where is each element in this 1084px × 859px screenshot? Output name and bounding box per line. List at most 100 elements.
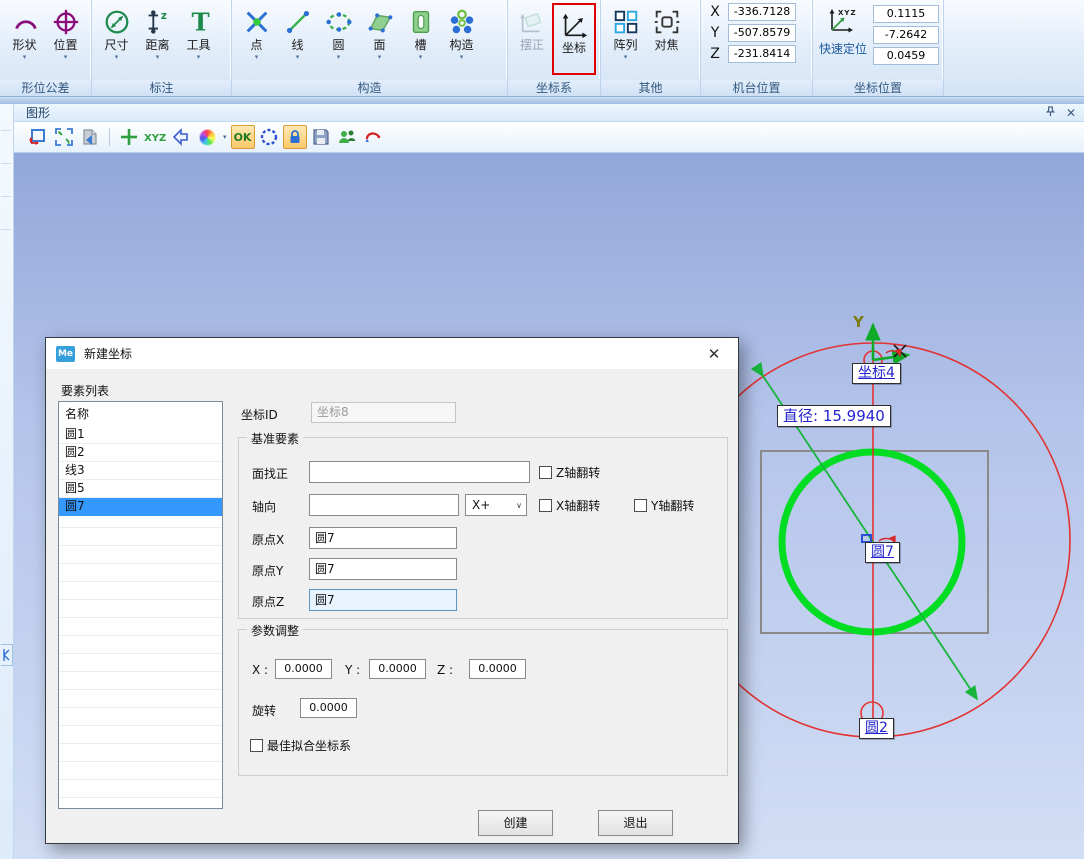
- x-flip-checkbox[interactable]: X轴翻转: [539, 497, 600, 514]
- xyz-icon[interactable]: XYZ: [143, 125, 167, 149]
- machine-x-value[interactable]: -336.7128: [728, 3, 796, 21]
- position-button[interactable]: 位置 ▾: [45, 2, 86, 76]
- coord-id-label: 坐标ID: [241, 406, 278, 423]
- slot-button[interactable]: 槽 ▾: [400, 2, 441, 76]
- application-window: 形状 ▾ 位置 ▾ 形位公差 尺寸 ▾: [0, 0, 1084, 859]
- color-wheel-caret[interactable]: ▾: [223, 133, 227, 141]
- distance-button[interactable]: z 距离 ▾: [137, 2, 178, 76]
- rotation-field[interactable]: 0.0000: [300, 698, 357, 718]
- list-item[interactable]: 圆1: [59, 426, 222, 444]
- quick-position-button[interactable]: XYZ 快速定位: [819, 2, 867, 56]
- users-icon[interactable]: [335, 125, 359, 149]
- axis-label: 轴向: [252, 498, 276, 515]
- shape-button[interactable]: 形状 ▾: [4, 2, 45, 76]
- machine-z-value[interactable]: -231.8414: [728, 45, 796, 63]
- position-target-icon: [50, 5, 82, 38]
- origin-z-label: 原点Z: [252, 593, 284, 610]
- plane-button[interactable]: 面 ▾: [359, 2, 400, 76]
- diameter-label[interactable]: 直径: 15.9940: [777, 405, 891, 427]
- param-x-field[interactable]: 0.0000: [275, 659, 332, 679]
- construct-button[interactable]: 构造 ▾: [441, 2, 482, 76]
- arc-shape-icon: [9, 5, 41, 38]
- dock-tab-icon[interactable]: [1, 644, 13, 666]
- list-item[interactable]: 圆5: [59, 480, 222, 498]
- list-item[interactable]: 圆2: [59, 444, 222, 462]
- create-button[interactable]: 创建: [478, 810, 553, 836]
- array-button[interactable]: 阵列 ▾: [605, 2, 646, 76]
- group-label: 坐标系: [508, 79, 600, 96]
- ok-button[interactable]: OK: [231, 125, 255, 149]
- ribbon-group-coordinate-system: 摆正 坐标 坐标系: [508, 0, 601, 96]
- plus-icon[interactable]: [117, 125, 141, 149]
- y-flip-checkbox[interactable]: Y轴翻转: [634, 497, 694, 514]
- circle2-label[interactable]: 圆2: [859, 718, 894, 739]
- refresh-icon[interactable]: [361, 125, 385, 149]
- origin-x-field[interactable]: 圆7: [309, 527, 457, 549]
- element-list[interactable]: 名称 圆1 圆2 线3 圆5 圆7: [58, 401, 223, 809]
- coordinate-button[interactable]: 坐标: [552, 3, 596, 75]
- svg-text:T: T: [191, 7, 209, 36]
- lock-icon[interactable]: [283, 125, 307, 149]
- group-label: 标注: [92, 79, 231, 96]
- coord-y-value[interactable]: -7.2642: [873, 26, 939, 44]
- z-flip-checkbox-box[interactable]: [539, 466, 552, 479]
- coordinate-position-values: 0.1115 -7.2642 0.0459: [873, 2, 939, 65]
- axis-direction-combo[interactable]: X+ ∨: [465, 494, 527, 516]
- origin-y-field[interactable]: 圆7: [309, 558, 457, 580]
- list-header: 名称: [59, 402, 222, 426]
- y-flip-checkbox-box[interactable]: [634, 499, 647, 512]
- dialog-titlebar[interactable]: Me 新建坐标 ✕: [46, 338, 738, 369]
- best-fit-checkbox-box[interactable]: [250, 739, 263, 752]
- coordinate4-label[interactable]: 坐标4: [852, 363, 901, 384]
- graphics-toolbar: XYZ ▾ OK: [14, 122, 1084, 153]
- align-button[interactable]: 摆正: [512, 2, 552, 76]
- machine-y-value[interactable]: -507.8579: [728, 24, 796, 42]
- circle7-label[interactable]: 圆7: [865, 542, 900, 563]
- left-dock-strip: [0, 104, 14, 859]
- best-fit-checkbox[interactable]: 最佳拟合坐标系: [250, 737, 351, 754]
- param-y-label: Y :: [345, 663, 360, 677]
- graphics-panel-title: 图形: [26, 104, 50, 121]
- construct-icon: [446, 5, 478, 38]
- param-y-field[interactable]: 0.0000: [369, 659, 426, 679]
- param-z-field[interactable]: 0.0000: [469, 659, 526, 679]
- undo-arrow-icon[interactable]: [169, 125, 193, 149]
- group-label: 构造: [232, 79, 507, 96]
- close-icon[interactable]: ✕: [1066, 107, 1076, 119]
- dropdown-caret: ▾: [378, 53, 382, 61]
- graphics-panel-header: 图形 ✕: [14, 104, 1084, 122]
- line-button[interactable]: 线 ▾: [277, 2, 318, 76]
- exit-button[interactable]: 退出: [598, 810, 673, 836]
- face-align-field[interactable]: [309, 461, 530, 483]
- tool-button[interactable]: T 工具 ▾: [178, 2, 219, 76]
- z-flip-checkbox[interactable]: Z轴翻转: [539, 464, 600, 481]
- list-item-selected[interactable]: 圆7: [59, 498, 222, 516]
- axis-field[interactable]: [309, 494, 459, 516]
- flip-page-icon[interactable]: [78, 125, 102, 149]
- x-flip-checkbox-box[interactable]: [539, 499, 552, 512]
- circle-button[interactable]: 圆 ▾: [318, 2, 359, 76]
- reset-view-icon[interactable]: [26, 125, 50, 149]
- svg-text:XYZ: XYZ: [144, 133, 166, 144]
- machine-x-row: X -336.7128: [709, 3, 796, 21]
- point-button[interactable]: 点 ▾: [236, 2, 277, 76]
- new-coordinate-dialog: Me 新建坐标 ✕ 要素列表 名称 圆1 圆2 线3 圆5 圆7 坐标ID 坐标…: [45, 337, 739, 844]
- dashed-circle-icon[interactable]: [257, 125, 281, 149]
- save-icon[interactable]: [309, 125, 333, 149]
- origin-z-field[interactable]: 圆7: [309, 589, 457, 611]
- dimension-button[interactable]: 尺寸 ▾: [96, 2, 137, 76]
- ribbon-group-coordinate-position: XYZ 快速定位 0.1115 -7.2642 0.0459 坐标位置: [813, 0, 944, 96]
- coord-x-value[interactable]: 0.1115: [873, 5, 939, 23]
- coord-id-field[interactable]: 坐标8: [311, 402, 456, 423]
- dropdown-caret: ▾: [296, 53, 300, 61]
- fit-view-icon[interactable]: [52, 125, 76, 149]
- quick-position-icon: XYZ: [826, 6, 860, 40]
- face-align-label: 面找正: [252, 465, 288, 482]
- coord-z-value[interactable]: 0.0459: [873, 47, 939, 65]
- color-wheel-icon[interactable]: [195, 125, 219, 149]
- origin-x-label: 原点X: [252, 531, 284, 548]
- pin-icon[interactable]: [1045, 106, 1056, 119]
- dialog-close-icon[interactable]: ✕: [700, 345, 728, 363]
- list-item[interactable]: 线3: [59, 462, 222, 480]
- focus-button[interactable]: 对焦: [646, 2, 687, 76]
